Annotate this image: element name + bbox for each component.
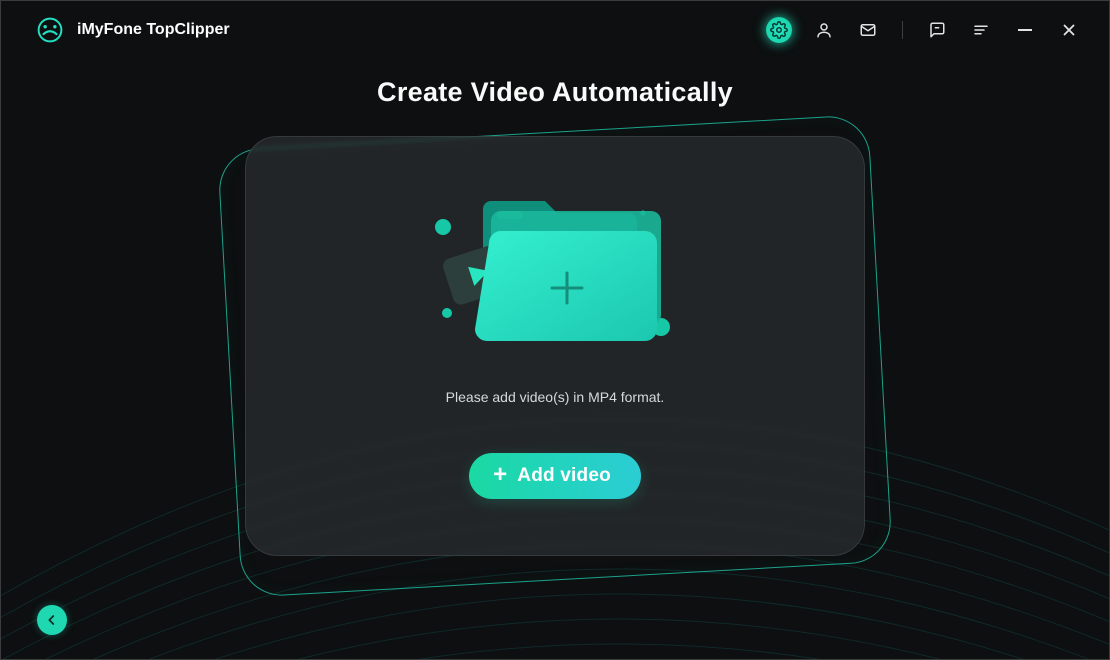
mail-button[interactable] xyxy=(856,18,880,42)
back-button[interactable] xyxy=(37,605,67,635)
menu-button[interactable] xyxy=(969,18,993,42)
app-name: iMyFone TopClipper xyxy=(77,21,230,39)
main-content: Create Video Automatically xyxy=(1,59,1109,576)
add-video-label: Add video xyxy=(517,465,611,487)
app-brand: iMyFone TopClipper xyxy=(37,17,230,43)
drop-panel[interactable]: Please add video(s) in MP4 format. + Add… xyxy=(245,136,865,556)
account-button[interactable] xyxy=(812,18,836,42)
settings-button[interactable] xyxy=(766,17,792,43)
add-video-button[interactable]: + Add video xyxy=(469,453,641,499)
feedback-button[interactable] xyxy=(925,18,949,42)
close-button[interactable] xyxy=(1057,18,1081,42)
page-title: Create Video Automatically xyxy=(377,77,733,108)
app-logo-icon xyxy=(37,17,63,43)
titlebar-separator xyxy=(902,21,903,39)
drop-hint-text: Please add video(s) in MP4 format. xyxy=(446,389,665,405)
titlebar-controls xyxy=(766,17,1081,43)
drop-panel-wrap: Please add video(s) in MP4 format. + Add… xyxy=(245,136,865,576)
minimize-button[interactable] xyxy=(1013,18,1037,42)
titlebar: iMyFone TopClipper xyxy=(1,1,1109,59)
plus-icon: + xyxy=(493,463,507,487)
folder-illustration xyxy=(425,185,685,361)
